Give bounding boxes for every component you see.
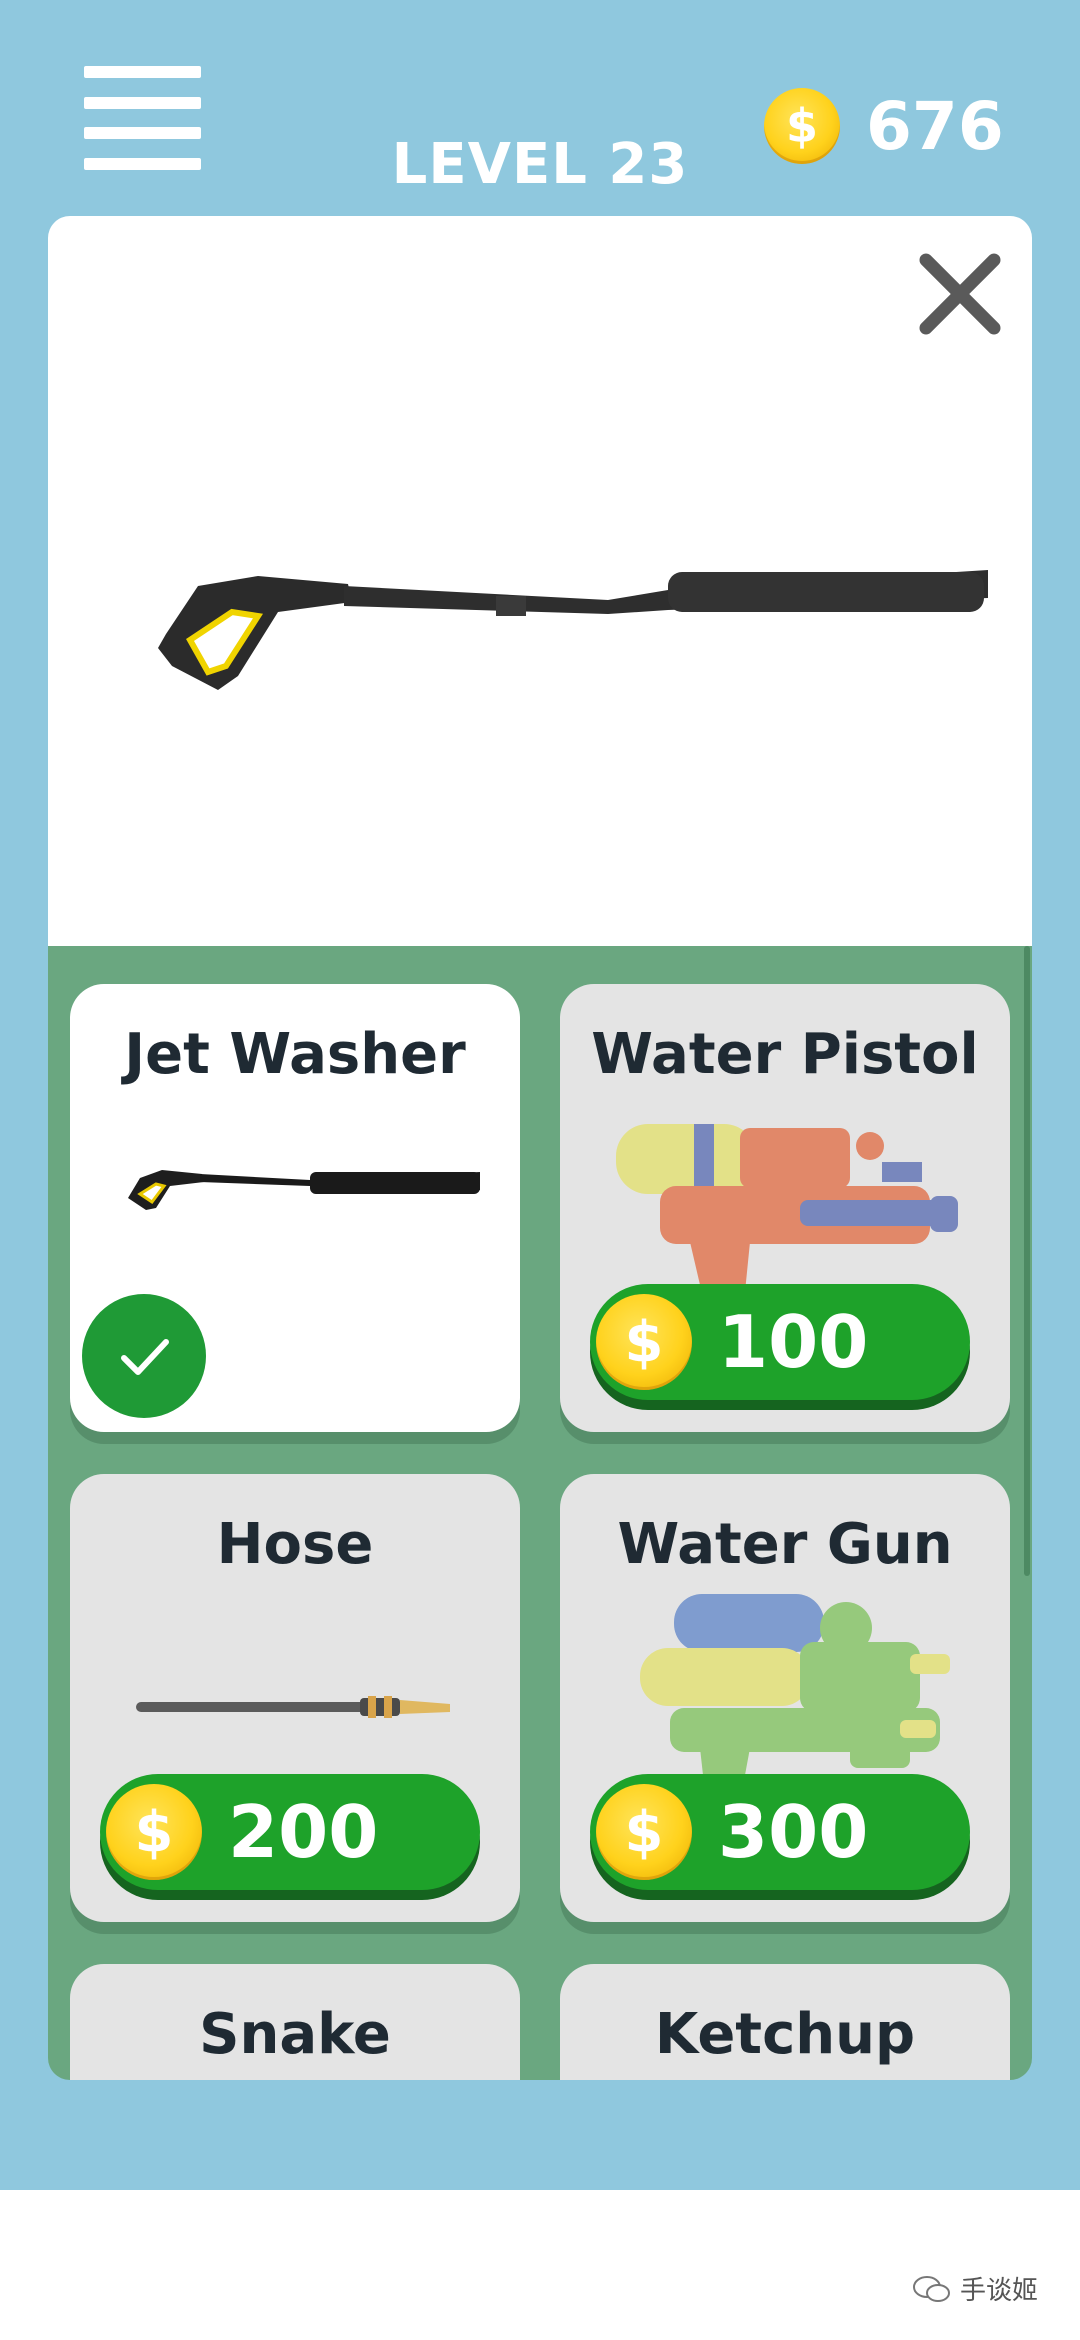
hamburger-bar xyxy=(84,96,201,109)
coin-icon: $ xyxy=(596,1784,692,1880)
hamburger-bar xyxy=(84,157,201,170)
item-name: Water Pistol xyxy=(591,1022,979,1087)
item-name: Jet Washer xyxy=(124,1022,466,1087)
price-label: 300 xyxy=(718,1790,869,1874)
item-preview-panel xyxy=(48,216,1032,946)
item-name: Snake xyxy=(199,2002,391,2067)
shop-item-water-gun[interactable]: Water Gun $ 300 xyxy=(560,1474,1010,1922)
buy-water-pistol-button[interactable]: $ 100 xyxy=(590,1284,970,1400)
hamburger-bar xyxy=(84,66,201,78)
shop-item-water-pistol[interactable]: Water Pistol $ 100 xyxy=(560,984,1010,1432)
shop-item-ketchup[interactable]: Ketchup xyxy=(560,1964,1010,2080)
coin-icon: $ xyxy=(596,1294,692,1390)
shop-grid: Jet Washer Water Pistol $ 100 Hose $ 200… xyxy=(48,946,1032,2080)
jet-washer-preview-image xyxy=(158,570,988,690)
wechat-icon xyxy=(913,2275,950,2302)
shop-item-hose[interactable]: Hose $ 200 xyxy=(70,1474,520,1922)
coin-count: 676 xyxy=(866,87,1004,165)
item-name: Water Gun xyxy=(617,1512,953,1577)
hamburger-bar xyxy=(84,127,201,140)
game-screen: LEVEL 23 $ 676 Jet Washer Water Pistol $… xyxy=(0,0,1080,2190)
watermark-text: 手谈姬 xyxy=(960,2276,1039,2306)
coin-counter: $ 676 xyxy=(764,86,1004,166)
item-name: Ketchup xyxy=(654,2002,916,2067)
owned-check-icon xyxy=(82,1294,206,1418)
price-label: 100 xyxy=(718,1300,869,1384)
shop-item-jet-washer[interactable]: Jet Washer xyxy=(70,984,520,1432)
scrollbar[interactable] xyxy=(1024,946,1030,1576)
item-name: Hose xyxy=(216,1512,374,1577)
level-title: LEVEL 23 xyxy=(391,132,689,197)
coin-icon: $ xyxy=(764,88,840,164)
jet-washer-image xyxy=(128,1170,480,1210)
buy-hose-button[interactable]: $ 200 xyxy=(100,1774,480,1890)
watermark: 手谈姬 xyxy=(912,2270,1038,2307)
shop-item-snake[interactable]: Snake xyxy=(70,1964,520,2080)
buy-water-gun-button[interactable]: $ 300 xyxy=(590,1774,970,1890)
menu-button[interactable] xyxy=(84,66,201,170)
close-icon[interactable] xyxy=(912,246,1008,342)
price-label: 200 xyxy=(228,1790,379,1874)
coin-icon: $ xyxy=(106,1784,202,1880)
